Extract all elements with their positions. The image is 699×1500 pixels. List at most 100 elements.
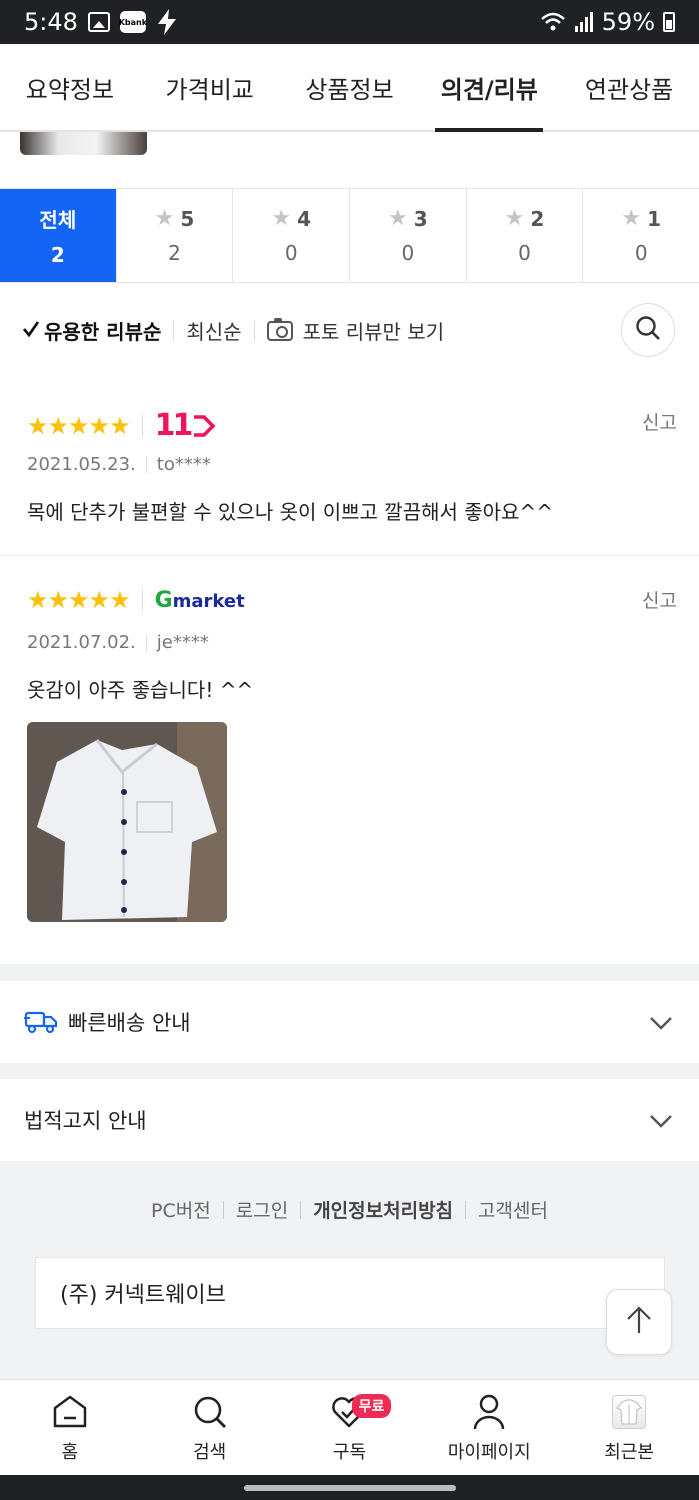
nav-label: 검색 xyxy=(193,1441,227,1463)
signal-icon xyxy=(574,12,594,32)
nav-label: 마이페이지 xyxy=(447,1441,531,1463)
divider xyxy=(141,414,143,437)
divider xyxy=(465,1200,467,1219)
chevron-down-icon xyxy=(649,1011,673,1035)
footer-link-support[interactable]: 고객센터 xyxy=(478,1196,548,1223)
sort-latest[interactable]: 최신순 xyxy=(186,316,241,345)
sort-helpful-label: 유용한 리뷰순 xyxy=(44,320,162,344)
review-search-button[interactable] xyxy=(621,303,675,357)
rating-filter-2[interactable]: ★ 2 0 xyxy=(465,189,583,282)
legal-notice-label: 법적고지 안내 xyxy=(24,1109,147,1133)
rating-filter-label: 전체 xyxy=(39,208,77,232)
gallery-icon xyxy=(87,12,110,32)
fast-delivery-section[interactable]: 빠른배송 안내 xyxy=(0,981,699,1063)
tab-related[interactable]: 연관상품 xyxy=(559,44,699,130)
footer-link-login[interactable]: 로그인 xyxy=(236,1196,288,1223)
status-bar: 5:48 Kbank 59% xyxy=(0,0,699,44)
divider xyxy=(173,320,175,341)
person-icon xyxy=(471,1392,507,1432)
rating-filter-label: 1 xyxy=(647,206,662,231)
photo-review-filter[interactable]: 포토 리뷰만 보기 xyxy=(266,316,445,345)
divider xyxy=(145,634,147,651)
nav-label: 최근본 xyxy=(604,1441,654,1463)
home-indicator[interactable] xyxy=(244,1485,456,1491)
footer-link-pc[interactable]: PC버전 xyxy=(151,1196,211,1223)
nav-search[interactable]: 검색 xyxy=(140,1380,280,1475)
home-icon xyxy=(51,1392,89,1432)
rating-filter-count: 0 xyxy=(518,241,531,265)
rating-filter-4[interactable]: ★ 4 0 xyxy=(232,189,349,282)
photo-review-label: 포토 리뷰만 보기 xyxy=(302,320,445,344)
chevron-down-icon xyxy=(649,1109,673,1133)
divider xyxy=(300,1200,302,1219)
content-area-top xyxy=(0,132,699,188)
tab-reviews[interactable]: 의견/리뷰 xyxy=(419,44,559,132)
rating-filter-label: 5 xyxy=(180,206,195,231)
divider xyxy=(141,589,143,611)
rating-filter-3[interactable]: ★ 3 0 xyxy=(349,189,466,282)
nav-recent[interactable]: 최근본 xyxy=(559,1380,699,1475)
rating-filter-5[interactable]: ★ 5 2 xyxy=(115,189,233,282)
star-icon: ★ xyxy=(504,206,525,231)
company-name: (주) 커넥트웨이브 xyxy=(60,1283,226,1308)
tab-price-compare[interactable]: 가격비교 xyxy=(140,44,280,130)
review-item: ★★★★★ Gmarket 신고 2021.07.02. je**** 옷감이 … xyxy=(0,556,699,964)
divider xyxy=(222,1200,224,1219)
review-text: 목에 단추가 불편할 수 있으나 옷이 이쁘고 깔끔해서 좋아요^^ xyxy=(27,500,553,524)
camera-icon xyxy=(266,317,293,341)
kbank-icon: Kbank xyxy=(119,11,147,33)
tab-summary[interactable]: 요약정보 xyxy=(0,44,140,130)
review-item: ★★★★★ 11 신고 2021.05.23. to**** 목에 단추가 불편… xyxy=(0,378,699,556)
status-time: 5:48 xyxy=(24,8,78,36)
scroll-top-button[interactable] xyxy=(606,1289,672,1355)
rating-filter-all[interactable]: 전체 2 xyxy=(0,189,116,282)
search-icon xyxy=(192,1392,228,1432)
footer-link-privacy[interactable]: 개인정보처리방침 xyxy=(313,1196,453,1223)
tab-product-info[interactable]: 상품정보 xyxy=(280,44,420,130)
system-nav-bar xyxy=(0,1475,699,1500)
report-button[interactable]: 신고 xyxy=(642,586,677,613)
nav-mypage[interactable]: 마이페이지 xyxy=(419,1380,559,1475)
nav-home[interactable]: 홈 xyxy=(0,1380,140,1475)
review-photo[interactable] xyxy=(27,722,227,922)
star-icon: ★ xyxy=(271,206,292,231)
footer: PC버전 로그인 개인정보처리방침 고객센터 (주) 커넥트웨이브 xyxy=(0,1162,699,1378)
rating-filter-label: 3 xyxy=(413,206,428,231)
review-user: to**** xyxy=(156,454,211,475)
rating-filter-count: 0 xyxy=(634,241,648,265)
recent-thumbnail xyxy=(612,1392,647,1432)
check-icon xyxy=(22,319,40,343)
nav-label: 구독 xyxy=(332,1441,367,1463)
report-button[interactable]: 신고 xyxy=(642,408,677,435)
review-user: je**** xyxy=(156,632,209,653)
11st-logo: 11 xyxy=(155,408,217,443)
legal-notice-section[interactable]: 법적고지 안내 xyxy=(0,1079,699,1161)
rating-filter-1[interactable]: ★ 1 0 xyxy=(582,189,699,282)
rating-filter-label: 4 xyxy=(297,206,311,231)
review-date: 2021.05.23. xyxy=(27,454,136,475)
sort-bar: 유용한 리뷰순 최신순 포토 리뷰만 보기 xyxy=(0,283,699,378)
footer-links: PC버전 로그인 개인정보처리방침 고객센터 xyxy=(0,1196,699,1223)
company-info-dropdown[interactable]: (주) 커넥트웨이브 xyxy=(35,1257,665,1329)
rating-filter-count: 0 xyxy=(401,241,415,265)
sort-latest-label: 최신순 xyxy=(186,320,242,344)
free-badge: 무료 xyxy=(351,1394,392,1418)
nav-subscribe[interactable]: 무료 구독 xyxy=(280,1380,420,1475)
battery-icon xyxy=(663,12,675,32)
store-name: 11 xyxy=(154,408,194,443)
star-icon: ★ xyxy=(154,206,175,231)
rating-filter-count: 2 xyxy=(50,243,65,267)
review-text: 옷감이 아주 좋습니다! ^^ xyxy=(27,678,254,702)
star-icon: ★ xyxy=(388,206,408,231)
rating-filter-label: 2 xyxy=(530,206,545,231)
bottom-navigation: 홈 검색 무료 구독 마이페이지 최근본 xyxy=(0,1379,699,1475)
rating-filter-count: 0 xyxy=(284,241,298,265)
truck-icon xyxy=(24,1010,58,1034)
sort-helpful[interactable]: 유용한 리뷰순 xyxy=(22,316,161,345)
rating-stars: ★★★★★ xyxy=(27,586,131,614)
product-thumbnail-partial[interactable] xyxy=(20,132,147,155)
rating-stars: ★★★★★ xyxy=(27,411,131,440)
nav-label: 홈 xyxy=(61,1441,79,1463)
battery-percent: 59% xyxy=(601,8,655,36)
divider xyxy=(253,320,255,341)
